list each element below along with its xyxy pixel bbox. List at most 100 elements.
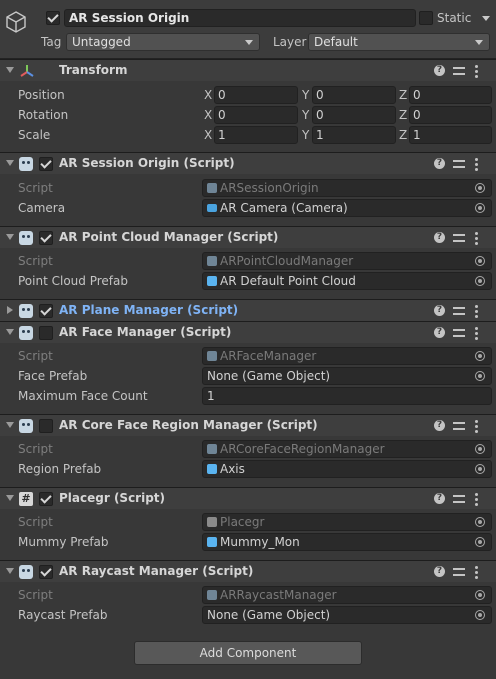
component-enabled-checkbox[interactable] [39,304,53,318]
component-header[interactable]: # Placegr (Script) ? [0,487,496,509]
object-picker-icon[interactable] [475,444,485,454]
presets-icon[interactable] [453,420,465,432]
object-name-input[interactable]: AR Session Origin [64,9,416,27]
object-field[interactable]: AR Default Point Cloud [202,272,492,290]
help-icon[interactable]: ? [434,305,445,316]
transform-header[interactable]: Transform ? [0,59,496,81]
presets-icon[interactable] [453,493,465,505]
context-menu-icon[interactable] [475,327,479,340]
foldout-arrow-icon[interactable] [6,160,14,166]
active-checkbox[interactable] [46,11,60,25]
foldout-arrow-icon[interactable] [6,67,14,73]
layer-dropdown[interactable]: Default [308,33,490,51]
foldout-arrow-icon[interactable] [6,422,14,428]
z-field[interactable]: 0 [409,86,492,104]
component-header[interactable]: AR Plane Manager (Script) ? [0,299,496,321]
help-icon[interactable]: ? [434,327,445,338]
object-picker-icon[interactable] [475,276,485,286]
chevron-down-icon [475,40,483,45]
axis-y-label[interactable]: Y [302,107,309,123]
y-field[interactable]: 0 [312,106,396,124]
foldout-arrow-icon[interactable] [6,329,14,335]
script-field[interactable]: ARSessionOrigin [202,179,492,197]
foldout-arrow-icon[interactable] [6,495,14,501]
axis-z-label[interactable]: Z [399,127,407,143]
static-checkbox[interactable] [419,11,433,25]
object-picker-icon[interactable] [475,464,485,474]
object-picker-icon[interactable] [475,590,485,600]
object-field[interactable]: AR Camera (Camera) [202,199,492,217]
presets-icon[interactable] [453,305,465,317]
script-field[interactable]: ARRaycastManager [202,586,492,604]
z-field[interactable]: 0 [409,106,492,124]
z-field[interactable]: 1 [409,126,492,144]
axis-x-label[interactable]: X [204,87,212,103]
component-enabled-checkbox[interactable] [39,157,53,171]
script-field[interactable]: ARFaceManager [202,347,492,365]
tag-dropdown[interactable]: Untagged [66,33,260,51]
foldout-arrow-icon[interactable] [6,234,14,240]
axis-x-label[interactable]: X [204,107,212,123]
component-header[interactable]: AR Session Origin (Script) ? [0,152,496,174]
help-icon[interactable]: ? [434,232,445,243]
x-field[interactable]: 0 [214,86,298,104]
object-picker-icon[interactable] [475,537,485,547]
number-field[interactable]: 1 [202,387,492,405]
foldout-arrow-icon[interactable] [7,306,13,314]
component-enabled-checkbox[interactable] [39,326,53,340]
object-picker-icon[interactable] [475,183,485,193]
component-enabled-checkbox[interactable] [39,231,53,245]
context-menu-icon[interactable] [475,420,479,433]
axis-y-label[interactable]: Y [302,87,309,103]
help-icon[interactable]: ? [434,65,445,76]
context-menu-icon[interactable] [475,158,479,171]
y-field[interactable]: 1 [312,126,396,144]
foldout-arrow-icon[interactable] [6,568,14,574]
object-picker-icon[interactable] [475,203,485,213]
axis-y-label[interactable]: Y [302,127,309,143]
component-enabled-checkbox[interactable] [39,419,53,433]
object-picker-icon[interactable] [475,517,485,527]
x-field[interactable]: 0 [214,106,298,124]
object-picker-icon[interactable] [475,351,485,361]
component-enabled-checkbox[interactable] [39,565,53,579]
axis-x-label[interactable]: X [204,127,212,143]
object-field[interactable]: None (Game Object) [202,606,492,624]
context-menu-icon[interactable] [475,493,479,506]
presets-icon[interactable] [453,566,465,578]
object-picker-icon[interactable] [475,371,485,381]
axis-z-label[interactable]: Z [399,107,407,123]
help-icon[interactable]: ? [434,493,445,504]
help-icon[interactable]: ? [434,566,445,577]
script-asset-icon [207,183,217,193]
component-enabled-checkbox[interactable] [39,492,53,506]
help-icon[interactable]: ? [434,158,445,169]
object-picker-icon[interactable] [475,256,485,266]
component-header[interactable]: AR Raycast Manager (Script) ? [0,560,496,582]
component-header[interactable]: AR Core Face Region Manager (Script) ? [0,414,496,436]
object-field[interactable]: None (Game Object) [202,367,492,385]
script-field[interactable]: ARCoreFaceRegionManager [202,440,492,458]
context-menu-icon[interactable] [475,232,479,245]
script-field[interactable]: ARPointCloudManager [202,252,492,270]
component-header[interactable]: AR Point Cloud Manager (Script) ? [0,226,496,248]
presets-icon[interactable] [453,232,465,244]
object-field[interactable]: Mummy_Mon [202,533,492,551]
axis-z-label[interactable]: Z [399,87,407,103]
presets-icon[interactable] [453,327,465,339]
field-value: Mummy_Mon [220,535,300,549]
component-header[interactable]: AR Face Manager (Script) ? [0,321,496,343]
add-component-button[interactable]: Add Component [134,641,362,665]
context-menu-icon[interactable] [475,566,479,579]
presets-icon[interactable] [453,65,465,77]
y-field[interactable]: 0 [312,86,396,104]
object-picker-icon[interactable] [475,610,485,620]
static-dropdown-icon[interactable] [482,16,490,21]
context-menu-icon[interactable] [475,305,479,318]
help-icon[interactable]: ? [434,420,445,431]
context-menu-icon[interactable] [475,65,479,78]
presets-icon[interactable] [453,158,465,170]
script-field[interactable]: Placegr [202,513,492,531]
object-field[interactable]: Axis [202,460,492,478]
x-field[interactable]: 1 [214,126,298,144]
